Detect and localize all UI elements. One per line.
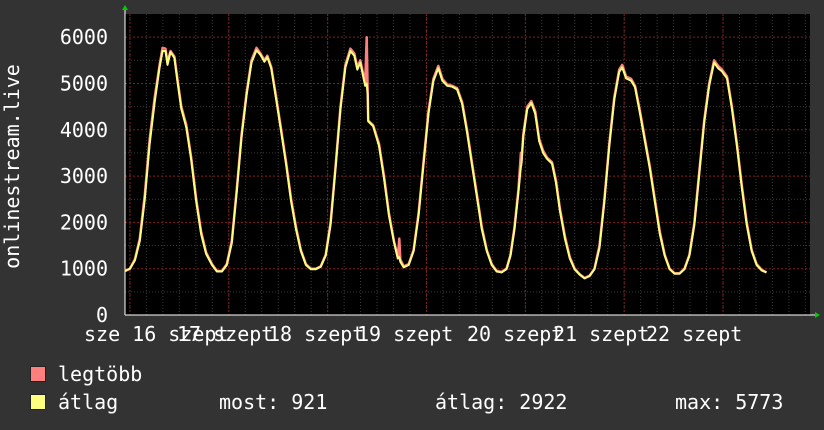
stat-average: átlag: 2922 xyxy=(435,390,568,414)
legend-swatch-avg xyxy=(30,393,46,410)
y-tick-label: 2000 xyxy=(60,210,108,234)
x-tick-label: 19 szept xyxy=(357,322,453,346)
legend-swatch-max xyxy=(30,365,46,382)
legend-item-avg: átlag xyxy=(30,390,118,414)
x-tick-label: 22 szept xyxy=(646,322,742,346)
x-tick-label: 20 szept xyxy=(467,322,563,346)
stat-max: max: 5773 xyxy=(675,390,784,414)
plot-area xyxy=(125,14,810,315)
legend-item-max: legtöbb xyxy=(30,362,142,386)
y-tick-label: 1000 xyxy=(60,257,108,281)
y-axis-arrow xyxy=(122,5,128,10)
x-tick-label: 17 szept xyxy=(177,322,273,346)
stat-current: most: 921 xyxy=(219,390,328,414)
legend-label-avg: átlag xyxy=(58,390,119,414)
y-tick-label: 3000 xyxy=(60,164,108,188)
x-tick-label: 18 szept xyxy=(268,322,364,346)
y-tick-label: 5000 xyxy=(60,71,108,95)
x-tick-label: 21 szept xyxy=(553,322,649,346)
y-tick-label: 6000 xyxy=(60,25,108,49)
y-tick-label: 4000 xyxy=(60,118,108,142)
x-axis-arrow xyxy=(815,312,820,318)
legend-label-max: legtöbb xyxy=(58,362,143,386)
y-axis-label: onlinestream.live xyxy=(0,64,24,269)
chart: 0100020003000400050006000sze 16 szept17 … xyxy=(0,5,820,346)
